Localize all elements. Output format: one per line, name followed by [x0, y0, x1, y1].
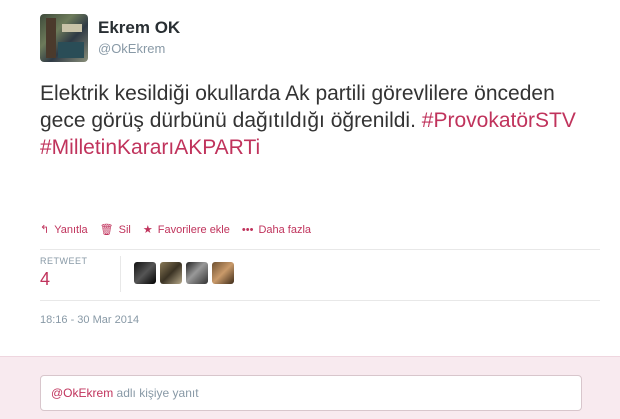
retweeter-avatars: [134, 262, 238, 284]
delete-action[interactable]: 🗑︎ Sil: [99, 223, 131, 237]
retweet-stats[interactable]: RETWEET 4: [40, 256, 88, 290]
user-full-name[interactable]: Ekrem OK: [98, 18, 180, 38]
reply-input[interactable]: @OkEkrem adlı kişiye yanıt: [40, 375, 582, 411]
reply-handle: @OkEkrem: [51, 386, 114, 400]
hashtag-link[interactable]: #MilletinKararıAKPARTi: [40, 136, 260, 159]
avatar[interactable]: [134, 262, 156, 284]
favorite-label: Favorilere ekle: [157, 223, 230, 236]
tweet-actions: ↰ Yanıtla 🗑︎ Sil ★ Favorilere ekle ••• D…: [40, 223, 323, 237]
more-label: Daha fazla: [258, 223, 312, 236]
reply-label: Yanıtla: [54, 223, 88, 236]
tweet-timestamp[interactable]: 18:16 - 30 Mar 2014: [40, 314, 139, 326]
user-names: Ekrem OK @OkEkrem: [98, 18, 180, 62]
tweet-text: Elektrik kesildiği okullarda Ak partili …: [40, 80, 600, 161]
avatar[interactable]: [40, 14, 88, 62]
hashtag-link[interactable]: #ProvokatörSTV: [422, 109, 576, 132]
avatar[interactable]: [212, 262, 234, 284]
divider: [120, 256, 121, 292]
reply-area: @OkEkrem adlı kişiye yanıt: [0, 356, 620, 419]
tweet-header: Ekrem OK @OkEkrem: [40, 14, 180, 62]
avatar[interactable]: [186, 262, 208, 284]
tweet-card: Ekrem OK @OkEkrem Elektrik kesildiği oku…: [0, 0, 620, 419]
divider: [40, 300, 600, 301]
retweet-count[interactable]: 4: [40, 269, 88, 290]
reply-action[interactable]: ↰ Yanıtla: [40, 223, 88, 237]
divider: [40, 249, 600, 250]
star-icon: ★: [142, 224, 153, 236]
reply-placeholder: adlı kişiye yanıt: [116, 386, 199, 400]
user-screen-name[interactable]: @OkEkrem: [98, 41, 180, 56]
more-action[interactable]: ••• Daha fazla: [242, 224, 311, 236]
delete-label: Sil: [118, 223, 131, 236]
favorite-action[interactable]: ★ Favorilere ekle: [142, 223, 230, 237]
retweet-label: RETWEET: [40, 256, 88, 266]
trash-icon: 🗑︎: [99, 224, 114, 236]
avatar[interactable]: [160, 262, 182, 284]
ellipsis-icon: •••: [241, 223, 254, 236]
reply-arrow-icon: ↰: [40, 224, 50, 236]
